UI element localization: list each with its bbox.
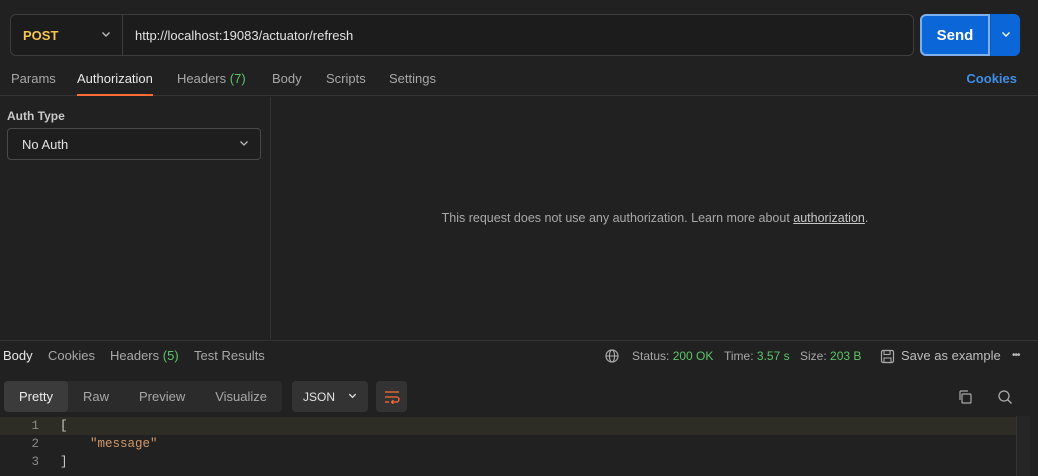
send-group: Send [920, 14, 1020, 56]
code-line: 2 "message" [0, 435, 1030, 453]
tab-label: Scripts [326, 71, 366, 86]
request-tabs: Params Authorization Headers (7) Body Sc… [0, 64, 1038, 96]
code-text: "message" [60, 437, 158, 451]
code-line: 3 ] [0, 453, 1030, 471]
chevron-down-icon [100, 28, 112, 43]
view-pretty[interactable]: Pretty [4, 381, 68, 412]
tab-count: (5) [162, 348, 179, 363]
tab-label: Settings [389, 71, 436, 86]
format-select[interactable]: JSON [292, 381, 368, 412]
save-as-example-button[interactable]: Save as example [880, 341, 1001, 371]
size-label: Size: [800, 349, 827, 363]
tab-settings[interactable]: Settings [389, 64, 436, 96]
response-tab-cookies[interactable]: Cookies [48, 341, 95, 371]
auth-message-text: This request does not use any authorizat… [441, 211, 790, 225]
editor-scrollbar[interactable] [1016, 416, 1030, 476]
authorization-link[interactable]: authorization [793, 211, 865, 225]
wrap-lines-icon [384, 390, 400, 404]
time-label: Time: [724, 349, 754, 363]
code-text: ] [60, 455, 68, 469]
auth-message: This request does not use any authorizat… [272, 97, 1038, 339]
format-value: JSON [303, 389, 336, 404]
view-preview[interactable]: Preview [124, 381, 200, 412]
chevron-down-icon [347, 390, 358, 404]
tab-label: Params [11, 71, 56, 86]
view-mode-switcher: Pretty Raw Preview Visualize [4, 381, 283, 412]
copy-icon [957, 389, 973, 405]
response-size: Size: 203 B [800, 341, 861, 371]
search-icon [997, 389, 1013, 405]
status-value: 200 OK [672, 349, 714, 363]
tab-headers[interactable]: Headers (7) [177, 64, 246, 96]
globe-icon[interactable] [604, 348, 620, 368]
response-tab-body[interactable]: Body [3, 341, 33, 371]
tab-params[interactable]: Params [11, 64, 56, 96]
cookies-link[interactable]: Cookies [966, 64, 1017, 93]
copy-button[interactable] [953, 385, 977, 409]
auth-type-value: No Auth [22, 136, 69, 152]
tab-body[interactable]: Body [272, 64, 302, 96]
tab-label: Authorization [77, 71, 153, 86]
auth-type-label: Auth Type [7, 109, 65, 123]
response-panel: Body Cookies Headers (5) Test Results St… [0, 340, 1038, 476]
view-visualize[interactable]: Visualize [200, 381, 282, 412]
response-time: Time: 3.57 s [724, 341, 790, 371]
method-label: POST [23, 27, 59, 43]
url-input[interactable] [123, 15, 913, 55]
more-options-button[interactable]: ••• [1012, 341, 1020, 371]
time-value: 3.57 s [756, 349, 790, 363]
status-label: Status: [632, 349, 670, 363]
chevron-down-icon [238, 137, 250, 152]
auth-type-select[interactable]: No Auth [7, 128, 261, 160]
response-status: Status: 200 OK [632, 341, 713, 371]
auth-message-end: . [864, 211, 869, 225]
chevron-down-icon [1000, 28, 1012, 43]
view-raw[interactable]: Raw [68, 381, 124, 412]
tab-count: (7) [229, 71, 246, 86]
method-select[interactable]: POST [11, 15, 123, 55]
size-value: 203 B [830, 349, 862, 363]
code-line: 1 [ [0, 417, 1030, 435]
tab-scripts[interactable]: Scripts [326, 64, 366, 96]
response-body-editor[interactable]: 1 [ 2 "message" 3 ] [0, 417, 1030, 476]
save-as-example-label: Save as example [901, 348, 1001, 363]
send-dropdown-button[interactable] [990, 14, 1020, 56]
response-tab-test-results[interactable]: Test Results [194, 341, 265, 371]
response-tabs: Body Cookies Headers (5) Test Results St… [0, 341, 1038, 373]
line-number: 2 [31, 437, 39, 451]
wrap-lines-button[interactable] [376, 381, 407, 412]
tab-label: Headers [177, 71, 227, 86]
tab-authorization[interactable]: Authorization [77, 64, 153, 96]
line-number: 3 [31, 455, 39, 469]
send-button[interactable]: Send [920, 14, 990, 56]
code-text: [ [60, 419, 68, 433]
response-tab-headers[interactable]: Headers (5) [110, 341, 179, 371]
url-bar: POST [10, 14, 914, 56]
auth-type-panel: Auth Type No Auth [0, 97, 271, 339]
tab-label: Headers [110, 348, 160, 363]
save-icon [880, 349, 895, 364]
search-button[interactable] [993, 385, 1017, 409]
tab-label: Body [272, 71, 302, 86]
line-number: 1 [31, 419, 39, 433]
